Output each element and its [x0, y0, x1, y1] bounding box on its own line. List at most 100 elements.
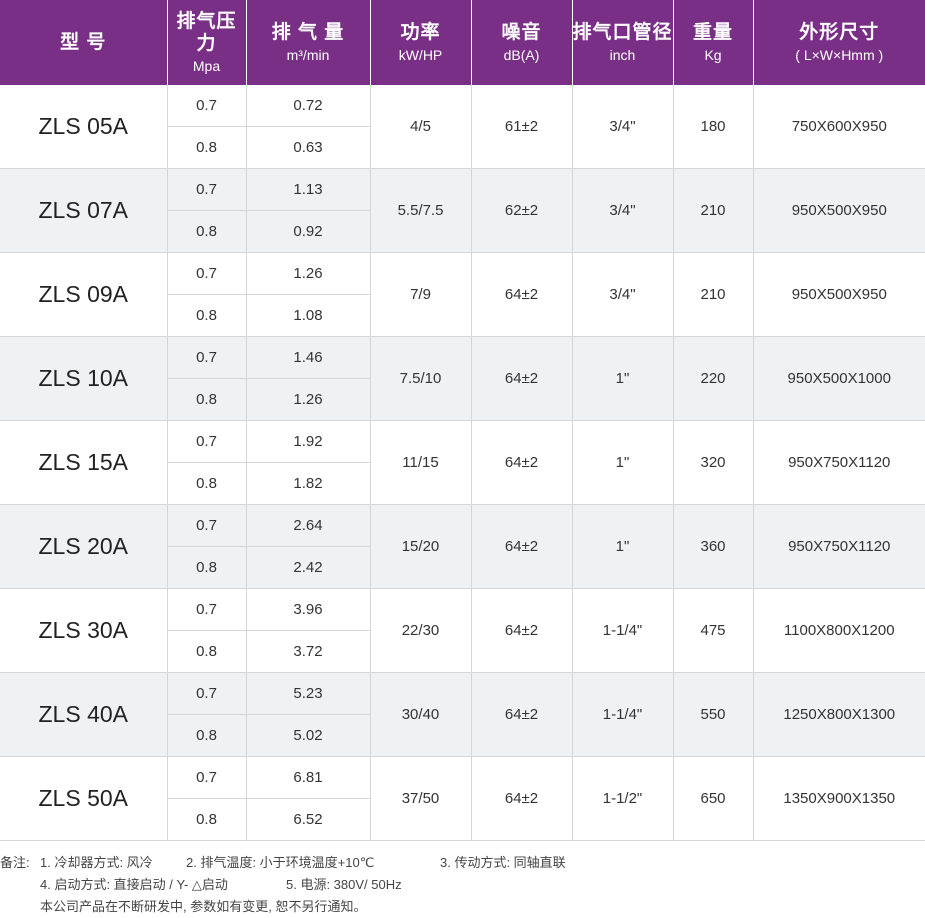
model-group: ZLS 09A 0.7 1.26 7/9 64±2 3/4" 210 950X5… [0, 252, 925, 337]
model-group: ZLS 40A 0.7 5.23 30/40 64±2 1-1/4" 550 1… [0, 672, 925, 757]
note-item: 5. 电源: 380V/ 50Hz [286, 877, 402, 892]
flow-cell: 2.64 [245, 504, 370, 547]
dimensions-cell: 950X500X950 [752, 252, 925, 337]
weight-cell: 220 [672, 336, 753, 421]
model-group: ZLS 50A 0.7 6.81 37/50 64±2 1-1/2" 650 1… [0, 756, 925, 841]
flow-cell: 0.72 [245, 85, 370, 127]
pressure-cell: 0.7 [166, 756, 246, 799]
table-row: ZLS 07A 0.7 1.13 5.5/7.5 62±2 3/4" 210 9… [0, 168, 925, 253]
flow-cell: 0.92 [245, 210, 370, 253]
pressure-cell: 0.8 [166, 378, 246, 421]
header-power: 功率 kW/HP [369, 0, 471, 85]
flow-cell: 6.81 [245, 756, 370, 799]
notes-line: 4. 启动方式: 直接启动 / Y- △启动 5. 电源: 380V/ 50Hz [0, 874, 925, 896]
flow-cell: 1.82 [245, 462, 370, 505]
port-cell: 1-1/4" [571, 588, 673, 673]
table-row: ZLS 30A 0.7 3.96 22/30 64±2 1-1/4" 475 1… [0, 588, 925, 673]
dimensions-cell: 1250X800X1300 [752, 672, 925, 757]
power-cell: 37/50 [369, 756, 471, 841]
model-name: ZLS 50A [0, 756, 167, 841]
noise-cell: 64±2 [470, 252, 572, 337]
table-row: ZLS 09A 0.7 1.26 7/9 64±2 3/4" 210 950X5… [0, 252, 925, 337]
port-cell: 3/4" [571, 168, 673, 253]
flow-cell: 1.46 [245, 336, 370, 379]
model-name: ZLS 10A [0, 336, 167, 421]
weight-cell: 210 [672, 168, 753, 253]
noise-cell: 61±2 [470, 85, 572, 169]
pressure-cell: 0.7 [166, 504, 246, 547]
flow-cell: 5.02 [245, 714, 370, 757]
port-cell: 1" [571, 504, 673, 589]
pressure-cell: 0.7 [166, 168, 246, 211]
noise-cell: 64±2 [470, 588, 572, 673]
port-cell: 1" [571, 336, 673, 421]
model-group: ZLS 07A 0.7 1.13 5.5/7.5 62±2 3/4" 210 9… [0, 168, 925, 253]
flow-cell: 3.72 [245, 630, 370, 673]
port-cell: 1-1/4" [571, 672, 673, 757]
dimensions-cell: 950X750X1120 [752, 504, 925, 589]
table-row: ZLS 40A 0.7 5.23 30/40 64±2 1-1/4" 550 1… [0, 672, 925, 757]
noise-cell: 64±2 [470, 504, 572, 589]
pressure-cell: 0.8 [166, 798, 246, 841]
port-cell: 1" [571, 420, 673, 505]
pressure-cell: 0.7 [166, 672, 246, 715]
flow-cell: 5.23 [245, 672, 370, 715]
note-item: 2. 排气温度: 小于环境温度+10℃ [186, 855, 375, 870]
dimensions-cell: 750X600X950 [752, 85, 925, 169]
model-group: ZLS 30A 0.7 3.96 22/30 64±2 1-1/4" 475 1… [0, 588, 925, 673]
port-cell: 1-1/2" [571, 756, 673, 841]
weight-cell: 210 [672, 252, 753, 337]
pressure-cell: 0.7 [166, 420, 246, 463]
noise-cell: 64±2 [470, 672, 572, 757]
model-name: ZLS 07A [0, 168, 167, 253]
power-cell: 30/40 [369, 672, 471, 757]
header-row: 型 号 排气压力 Mpa 排 气 量 m³/min 功率 kW/HP 噪音 dB(A) … [0, 0, 925, 85]
model-name: ZLS 30A [0, 588, 167, 673]
model-group: ZLS 10A 0.7 1.46 7.5/10 64±2 1" 220 950X… [0, 336, 925, 421]
flow-cell: 1.26 [245, 252, 370, 295]
model-name: ZLS 05A [0, 85, 167, 169]
pressure-cell: 0.7 [166, 252, 246, 295]
dimensions-cell: 950X500X1000 [752, 336, 925, 421]
dimensions-cell: 950X500X950 [752, 168, 925, 253]
table-row: ZLS 10A 0.7 1.46 7.5/10 64±2 1" 220 950X… [0, 336, 925, 421]
note-item: 4. 启动方式: 直接启动 / Y- △启动 [40, 877, 228, 892]
disclaimer: 本公司产品在不断研发中, 参数如有变更, 恕不另行通知。 [40, 899, 367, 914]
noise-cell: 64±2 [470, 420, 572, 505]
noise-cell: 64±2 [470, 336, 572, 421]
weight-cell: 180 [672, 85, 753, 169]
header-model: 型 号 [0, 0, 167, 85]
pressure-cell: 0.8 [166, 714, 246, 757]
notes-section: 备注: 1. 冷却器方式: 风冷 2. 排气温度: 小于环境温度+10℃ 3. … [0, 852, 925, 918]
flow-cell: 1.13 [245, 168, 370, 211]
pressure-cell: 0.8 [166, 294, 246, 337]
weight-cell: 475 [672, 588, 753, 673]
port-cell: 3/4" [571, 252, 673, 337]
pressure-cell: 0.8 [166, 126, 246, 169]
table-row: ZLS 50A 0.7 6.81 37/50 64±2 1-1/2" 650 1… [0, 756, 925, 841]
power-cell: 11/15 [369, 420, 471, 505]
power-cell: 5.5/7.5 [369, 168, 471, 253]
notes-line: 备注: 1. 冷却器方式: 风冷 2. 排气温度: 小于环境温度+10℃ 3. … [0, 852, 925, 874]
pressure-cell: 0.8 [166, 462, 246, 505]
header-noise: 噪音 dB(A) [470, 0, 572, 85]
weight-cell: 360 [672, 504, 753, 589]
dimensions-cell: 1350X900X1350 [752, 756, 925, 841]
header-pressure: 排气压力 Mpa [166, 0, 246, 85]
pressure-cell: 0.8 [166, 630, 246, 673]
model-group: ZLS 20A 0.7 2.64 15/20 64±2 1" 360 950X7… [0, 504, 925, 589]
power-cell: 4/5 [369, 85, 471, 169]
model-group: ZLS 15A 0.7 1.92 11/15 64±2 1" 320 950X7… [0, 420, 925, 505]
noise-cell: 62±2 [470, 168, 572, 253]
model-name: ZLS 40A [0, 672, 167, 757]
header-flow: 排 气 量 m³/min [245, 0, 370, 85]
pressure-cell: 0.7 [166, 85, 246, 127]
flow-cell: 2.42 [245, 546, 370, 589]
weight-cell: 550 [672, 672, 753, 757]
header-port: 排气口管径 inch [571, 0, 673, 85]
weight-cell: 320 [672, 420, 753, 505]
model-group: ZLS 05A 0.7 0.72 4/5 61±2 3/4" 180 750X6… [0, 85, 925, 169]
pressure-cell: 0.7 [166, 588, 246, 631]
table-row: ZLS 05A 0.7 0.72 4/5 61±2 3/4" 180 750X6… [0, 85, 925, 169]
header-dimensions: 外形尺寸( L×W×Hmm ) [752, 0, 925, 85]
